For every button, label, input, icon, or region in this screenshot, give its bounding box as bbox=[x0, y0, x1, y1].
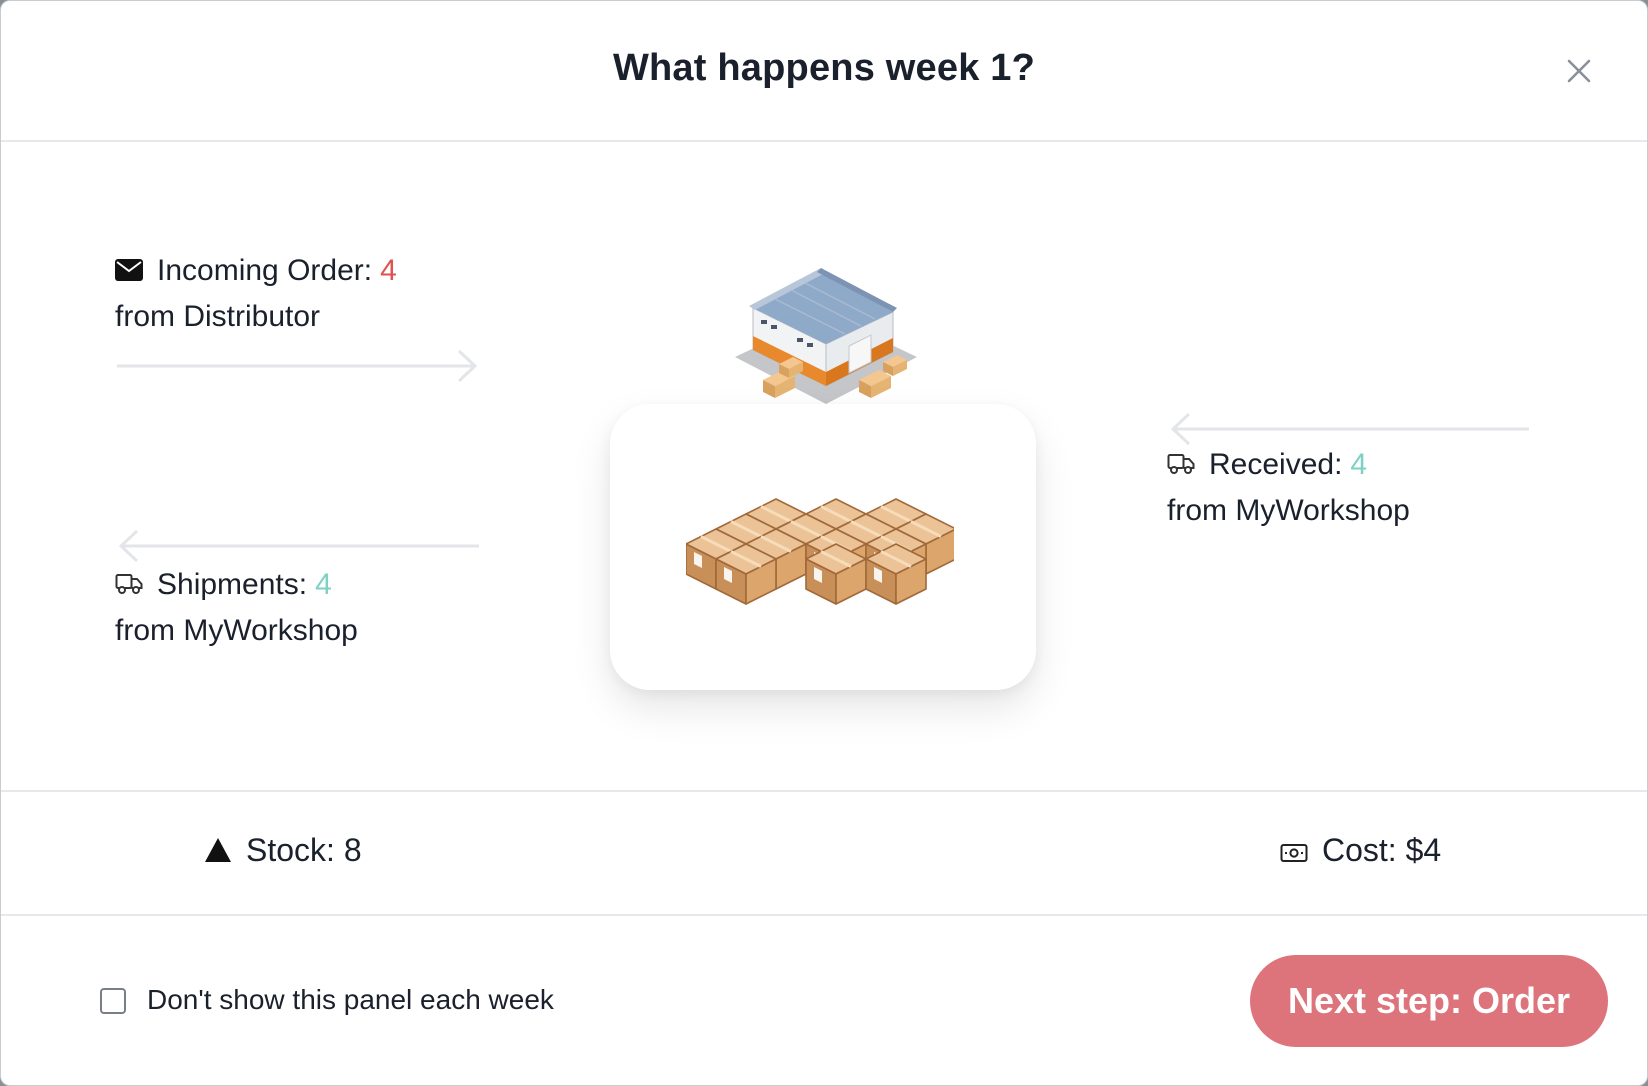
close-button[interactable] bbox=[1561, 53, 1597, 89]
truck-icon bbox=[115, 569, 143, 603]
modal-body: Incoming Order: 4 from Distributor Shipme… bbox=[1, 142, 1647, 792]
next-step-button[interactable]: Next step: Order bbox=[1250, 955, 1608, 1047]
incoming-order-label: Incoming Order: bbox=[157, 254, 373, 287]
close-icon bbox=[1567, 59, 1591, 83]
boxes-stack-icon bbox=[686, 498, 954, 605]
shipments-label: Shipments: bbox=[157, 568, 308, 601]
arrow-right-icon bbox=[117, 349, 478, 383]
dont-show-checkbox[interactable] bbox=[100, 988, 126, 1014]
modal-header: What happens week 1? bbox=[1, 1, 1647, 142]
week-summary-modal: What happens week 1? Incoming Order: 4 fr… bbox=[0, 0, 1648, 1086]
received-line: Received: 4 bbox=[1167, 448, 1367, 483]
arrow-left-icon bbox=[118, 529, 479, 563]
stock-label: Stock: 8 bbox=[246, 832, 362, 868]
cost-label: Cost: $4 bbox=[1322, 832, 1442, 868]
modal-footer: Don't show this panel each week Next ste… bbox=[1, 916, 1647, 1085]
incoming-order-source: from Distributor bbox=[115, 300, 321, 333]
cost-stat: Cost: $4 bbox=[1280, 832, 1441, 871]
shipments-value: 4 bbox=[315, 568, 332, 601]
arrow-left-icon bbox=[1170, 412, 1529, 446]
incoming-order-line: Incoming Order: 4 bbox=[115, 254, 397, 289]
truck-icon bbox=[1167, 449, 1195, 483]
modal-title: What happens week 1? bbox=[612, 47, 1036, 89]
received-source: from MyWorkshop bbox=[1167, 494, 1410, 527]
received-value: 4 bbox=[1350, 448, 1368, 481]
triangle-up-icon bbox=[204, 834, 232, 871]
inventory-card bbox=[610, 404, 1036, 690]
envelope-icon bbox=[115, 255, 143, 289]
money-icon bbox=[1280, 834, 1308, 871]
stock-stat: Stock: 8 bbox=[204, 832, 362, 871]
stats-bar: Stock: 8 Cost: $4 bbox=[1, 792, 1647, 916]
shipments-source: from MyWorkshop bbox=[115, 614, 358, 647]
incoming-order-value: 4 bbox=[380, 254, 397, 287]
warehouse-icon bbox=[735, 268, 917, 404]
received-label: Received: bbox=[1209, 448, 1343, 481]
dont-show-label[interactable]: Don't show this panel each week bbox=[147, 984, 554, 1016]
shipments-line: Shipments: 4 bbox=[115, 568, 332, 603]
